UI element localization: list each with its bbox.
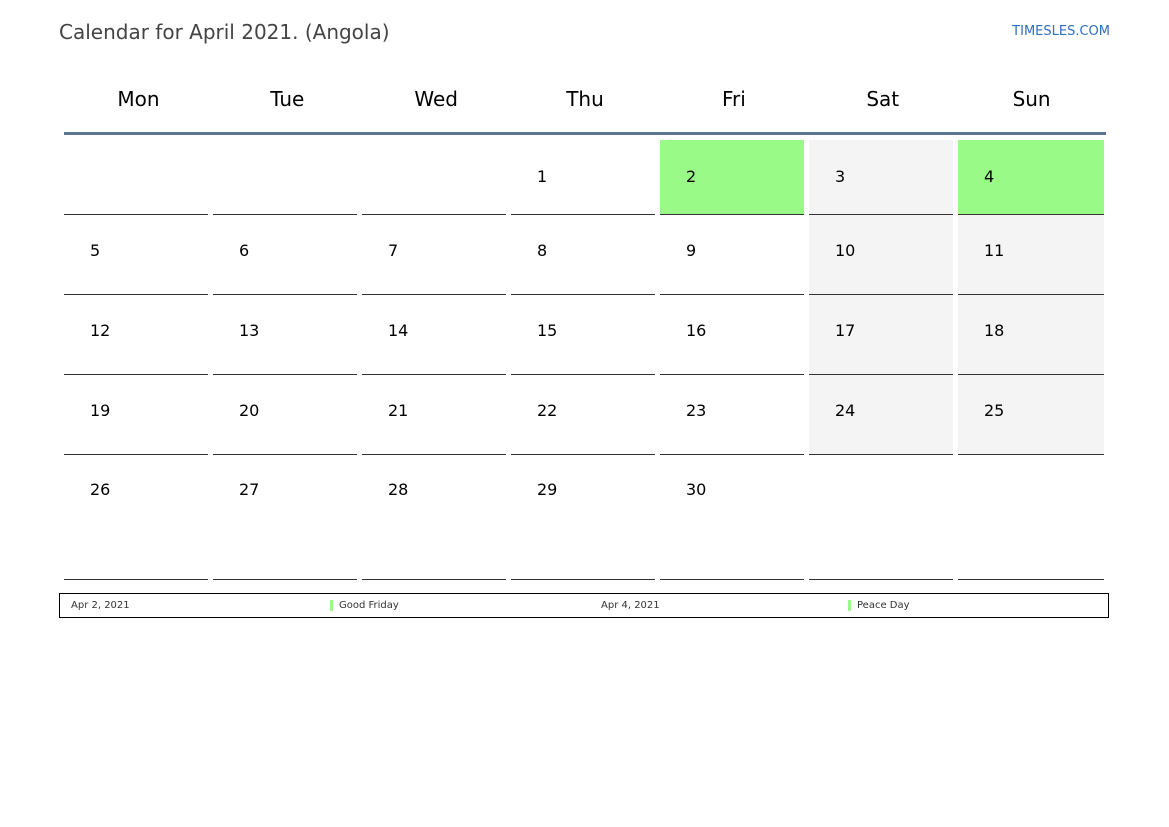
day-cell: 5 (64, 215, 208, 295)
day-number: 1 (537, 167, 548, 186)
week-row: 26 27 28 29 30 (64, 455, 1106, 580)
day-number: 25 (984, 401, 1005, 420)
day-cell: 23 (660, 375, 804, 455)
day-number: 8 (537, 241, 548, 260)
day-cell: 6 (213, 215, 357, 295)
weekday-header-row: Mon Tue Wed Thu Fri Sat Sun (64, 70, 1106, 135)
day-cell: 7 (362, 215, 506, 295)
week-row: 5 6 7 8 9 10 11 (64, 215, 1106, 295)
calendar-grid: Mon Tue Wed Thu Fri Sat Sun 1 2 3 4 5 6 … (64, 70, 1106, 580)
day-number: 29 (537, 480, 558, 499)
day-number: 9 (686, 241, 697, 260)
day-cell-weekend: 17 (809, 295, 953, 375)
page-title: Calendar for April 2021. (Angola) (59, 20, 390, 44)
site-link[interactable]: TIMESLES.COM (1012, 24, 1110, 39)
day-number: 4 (984, 167, 995, 186)
day-number: 17 (835, 321, 856, 340)
day-number: 26 (90, 480, 111, 499)
day-cell: 19 (64, 375, 208, 455)
day-number: 28 (388, 480, 409, 499)
day-cell: 12 (64, 295, 208, 375)
day-cell: 16 (660, 295, 804, 375)
weekday-sat: Sat (866, 87, 900, 111)
day-cell: 26 (64, 455, 208, 580)
day-cell-weekend: 24 (809, 375, 953, 455)
day-number: 2 (686, 167, 697, 186)
week-row: 19 20 21 22 23 24 25 (64, 375, 1106, 455)
weekday-wed: Wed (414, 87, 458, 111)
day-number: 13 (239, 321, 260, 340)
day-cell-holiday: 2 (660, 140, 804, 215)
day-cell (64, 140, 208, 215)
day-number: 24 (835, 401, 856, 420)
day-number: 3 (835, 167, 846, 186)
holiday-date: Apr 4, 2021 (601, 600, 660, 611)
day-cell: 29 (511, 455, 655, 580)
day-cell: 8 (511, 215, 655, 295)
day-number: 7 (388, 241, 399, 260)
day-number: 23 (686, 401, 707, 420)
weekday-mon: Mon (117, 87, 160, 111)
holiday-legend: Apr 2, 2021 Good Friday Apr 4, 2021 Peac… (59, 593, 1109, 618)
day-cell: 20 (213, 375, 357, 455)
day-cell: 28 (362, 455, 506, 580)
day-cell: 15 (511, 295, 655, 375)
day-cell (362, 140, 506, 215)
day-number: 12 (90, 321, 111, 340)
day-cell: 30 (660, 455, 804, 580)
day-number: 10 (835, 241, 856, 260)
day-cell: 22 (511, 375, 655, 455)
day-number: 20 (239, 401, 260, 420)
day-number: 18 (984, 321, 1005, 340)
day-cell: 21 (362, 375, 506, 455)
day-number: 22 (537, 401, 558, 420)
weekday-tue: Tue (270, 87, 305, 111)
holiday-color-marker (848, 600, 851, 611)
day-cell-empty (958, 455, 1104, 580)
day-cell-weekend: 10 (809, 215, 953, 295)
day-cell-weekend: 18 (958, 295, 1104, 375)
day-cell-weekend: 11 (958, 215, 1104, 295)
day-number: 19 (90, 401, 111, 420)
week-row: 12 13 14 15 16 17 18 (64, 295, 1106, 375)
day-cell-weekend: 25 (958, 375, 1104, 455)
day-number: 11 (984, 241, 1005, 260)
weekday-fri: Fri (721, 87, 746, 111)
day-number: 30 (686, 480, 707, 499)
holiday-name: Good Friday (339, 600, 399, 611)
day-number: 6 (239, 241, 250, 260)
weekday-sun: Sun (1012, 87, 1051, 111)
holiday-color-marker (330, 600, 333, 611)
holiday-date: Apr 2, 2021 (71, 600, 130, 611)
day-cell: 14 (362, 295, 506, 375)
day-cell-holiday: 4 (958, 140, 1104, 215)
week-row: 1 2 3 4 (64, 140, 1106, 215)
day-cell-empty (809, 455, 953, 580)
day-number: 14 (388, 321, 409, 340)
day-number: 15 (537, 321, 558, 340)
weekday-thu: Thu (566, 87, 604, 111)
day-number: 16 (686, 321, 707, 340)
day-cell (213, 140, 357, 215)
day-cell: 13 (213, 295, 357, 375)
day-number: 21 (388, 401, 409, 420)
day-cell: 9 (660, 215, 804, 295)
day-cell-weekend: 3 (809, 140, 953, 215)
day-cell: 27 (213, 455, 357, 580)
day-number: 5 (90, 241, 101, 260)
day-cell: 1 (511, 140, 655, 215)
day-number: 27 (239, 480, 260, 499)
holiday-name: Peace Day (857, 600, 910, 611)
